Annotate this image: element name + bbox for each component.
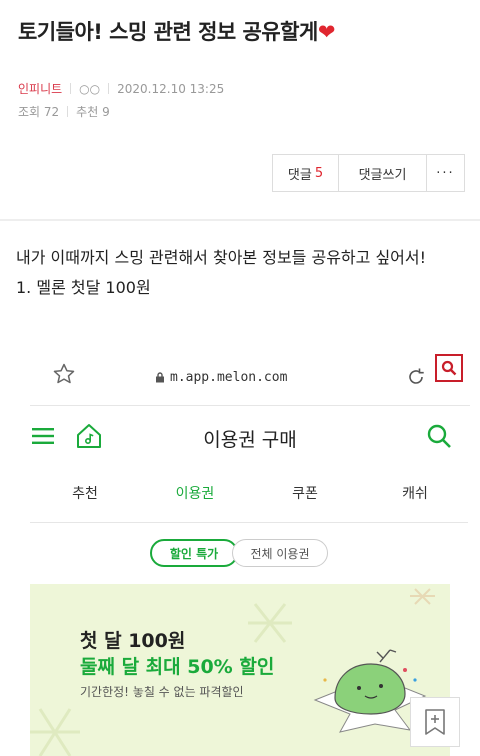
pill-all-passes[interactable]: 전체 이용권: [232, 539, 328, 567]
banner-caption: 기간한정! 놓칠 수 없는 파격할인: [80, 685, 244, 699]
section-divider: [0, 219, 480, 221]
tab-recommend[interactable]: 추천: [30, 476, 140, 514]
write-comment-button[interactable]: 댓글쓰기: [339, 155, 427, 191]
post-meta: 인피니트 ○○ 2020.12.10 13:25: [18, 80, 224, 97]
comment-count: 5: [314, 165, 324, 181]
bookmark-add-icon: [425, 709, 445, 735]
filter-pills: 할인 특가 전체 이용권: [150, 539, 328, 567]
body-paragraph: 1. 멜론 첫달 100원: [16, 278, 151, 297]
promo-banner[interactable]: 첫 달 100원 둘째 달 최대 50% 할인 기간한정! 놓칠 수 없는 파격…: [30, 584, 450, 756]
lock-icon: [156, 372, 164, 383]
view-count: 조회 72: [18, 105, 60, 119]
post-stats: 조회 72 추천 9: [18, 103, 110, 120]
tab-bar: 추천 이용권 쿠폰 캐쉬: [30, 476, 470, 514]
comment-button-label: 댓글: [287, 167, 312, 183]
banner-headline: 첫 달 100원: [80, 630, 186, 652]
more-button[interactable]: ···: [427, 155, 464, 191]
banner-subheadline: 둘째 달 최대 50% 할인: [80, 656, 275, 678]
browser-url-bar: m.app.melon.com: [30, 348, 470, 406]
melon-header: 이용권 구매: [30, 406, 470, 468]
heart-emoji: ❤: [317, 20, 336, 44]
tab-coupon[interactable]: 쿠폰: [250, 476, 360, 514]
post-title: 토기들아! 스밍 관련 정보 공유할게❤: [18, 16, 335, 46]
meta-divider: [67, 106, 69, 117]
tab-pass[interactable]: 이용권: [140, 476, 250, 514]
embedded-screenshot: m.app.melon.com 이용권 구매 추천 이용권 쿠폰 캐쉬 할인 특…: [30, 348, 470, 756]
bookmark-add-button[interactable]: [410, 697, 460, 747]
reload-icon[interactable]: [405, 366, 427, 388]
search-icon[interactable]: [426, 423, 452, 449]
pill-discount[interactable]: 할인 특가: [150, 539, 238, 567]
meta-divider: [108, 83, 110, 94]
search-highlight-box[interactable]: [435, 354, 463, 382]
recommend-count: 추천 9: [76, 105, 110, 119]
star-icon[interactable]: [52, 362, 76, 386]
search-icon: [441, 360, 457, 376]
page-title: 이용권 구매: [203, 429, 297, 451]
post-datetime: 2020.12.10 13:25: [117, 81, 225, 96]
body-paragraph: 내가 이때까지 스밍 관련해서 찾아본 정보들 공유하고 싶어서!: [16, 248, 427, 267]
meta-divider: [70, 83, 72, 94]
comment-button[interactable]: 댓글 5: [273, 155, 339, 191]
post-body: 내가 이때까지 스밍 관련해서 찾아본 정보들 공유하고 싶어서! 1. 멜론 …: [16, 243, 468, 303]
tab-cash[interactable]: 캐쉬: [360, 476, 470, 514]
author-sub: ○○: [79, 81, 101, 96]
post-action-bar: 댓글 5 댓글쓰기 ···: [272, 154, 465, 192]
post-title-text: 토기들아! 스밍 관련 정보 공유할게: [18, 20, 318, 44]
url-text[interactable]: m.app.melon.com: [170, 370, 287, 385]
tab-divider: [30, 522, 468, 523]
author-name[interactable]: 인피니트: [18, 80, 62, 97]
